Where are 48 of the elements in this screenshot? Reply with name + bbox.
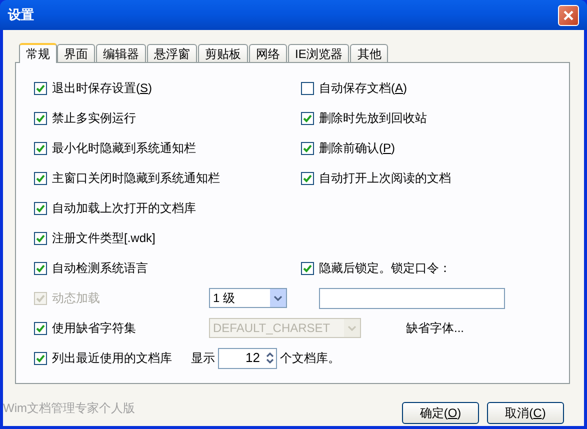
label: 个文档库。 [280, 350, 340, 367]
close-button[interactable] [558, 4, 579, 26]
checkmark-icon [36, 294, 45, 302]
footer-text: Wim文档管理专家个人版 [3, 400, 135, 417]
tab[interactable]: 界面 [57, 44, 95, 62]
checkbox[interactable]: 主窗口关闭时隐藏到系统通知栏 [34, 169, 301, 187]
checkbox[interactable]: 自动检测系统语言 [34, 259, 301, 277]
tab[interactable]: 悬浮窗 [147, 44, 197, 62]
checkbox[interactable]: 删除时先放到回收站 [301, 109, 427, 127]
checkmark-icon [36, 174, 45, 182]
tab[interactable]: 剪贴板 [198, 44, 248, 62]
dropdown[interactable]: 1 级 [209, 288, 287, 308]
tab[interactable]: 网络 [249, 44, 287, 62]
dialog-button[interactable]: 确定(O) [402, 402, 479, 424]
checkbox[interactable]: 使用缺省字符集 [34, 319, 209, 337]
tab[interactable]: 编辑器 [96, 44, 146, 62]
checkmark-icon [36, 324, 45, 332]
checkbox[interactable]: 列出最近使用的文档库 [34, 349, 191, 367]
checkmark-icon [36, 264, 45, 272]
close-icon [563, 10, 574, 20]
font-link[interactable]: 缺省字体... [406, 319, 464, 337]
checkbox[interactable]: 禁止多实例运行 [34, 109, 301, 127]
password-field[interactable] [319, 288, 505, 308]
checkbox[interactable]: 最小化时隐藏到系统通知栏 [34, 139, 301, 157]
checkbox[interactable]: 注册文件类型[.wdk] [34, 229, 301, 247]
checkmark-icon [303, 174, 312, 182]
checkbox[interactable]: 自动保存文档(A) [301, 79, 408, 97]
dialog-button[interactable]: 取消(C) [487, 402, 564, 424]
tab[interactable]: 其他 [350, 44, 388, 62]
checkmark-icon [36, 84, 45, 92]
window-title: 设置 [8, 6, 34, 24]
tab[interactable]: 常规 [19, 43, 57, 63]
checkmark-icon [36, 114, 45, 122]
checkbox[interactable]: 删除前确认(P) [301, 139, 396, 157]
number-spinner[interactable]: 12 [218, 348, 277, 368]
checkbox[interactable]: 退出时保存设置(S) [34, 79, 301, 97]
checkbox[interactable]: 自动加载上次打开的文档库 [34, 199, 301, 217]
label: 显示 [191, 350, 215, 367]
checkmark-icon [36, 354, 45, 362]
checkmark-icon [36, 204, 45, 212]
checkmark-icon [303, 264, 312, 272]
checkbox[interactable]: 隐藏后锁定。锁定口令： [301, 259, 451, 277]
tab[interactable]: IE浏览器 [288, 44, 350, 62]
checkmark-icon [36, 234, 45, 242]
checkbox[interactable]: 自动打开上次阅读的文档 [301, 169, 451, 187]
checkmark-icon [303, 144, 312, 152]
checkmark-icon [36, 144, 45, 152]
checkmark-icon [303, 114, 312, 122]
